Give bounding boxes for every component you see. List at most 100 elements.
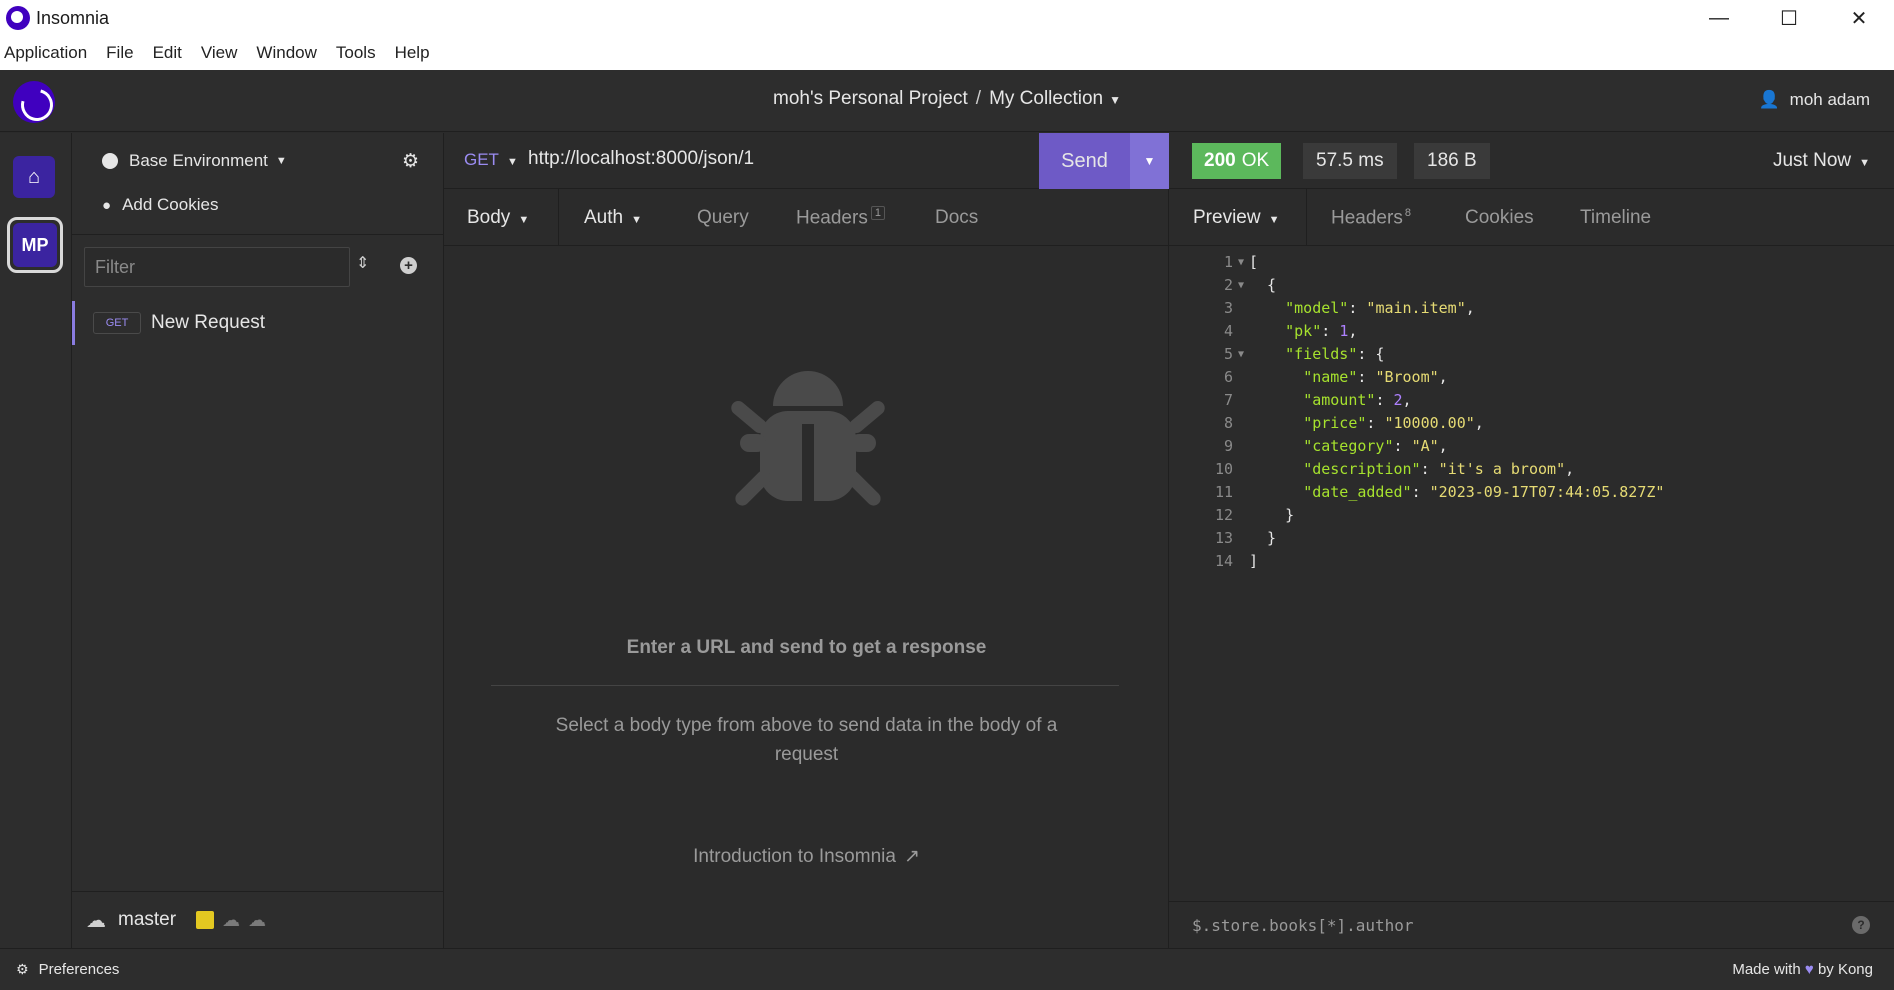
chevron-down-icon: ▼: [506, 156, 518, 168]
branch-name[interactable]: master: [118, 909, 176, 931]
response-timestamp: Just Now: [1772, 150, 1852, 171]
empty-state-title: Enter a URL and send to get a response: [626, 637, 987, 658]
code-line: 2 ▼ {: [1169, 274, 1894, 297]
headers-count-badge: 1: [870, 206, 885, 220]
tab-body[interactable]: Body ▼: [467, 207, 529, 229]
introduction-link[interactable]: Introduction to Insomnia ↗: [444, 845, 1169, 868]
request-pane: GET ▼ http://localhost:8000/json/1 Send ▼…: [444, 133, 1169, 948]
tab-response-headers-label: Headers: [1331, 207, 1403, 229]
request-list-item[interactable]: GET New Request: [72, 301, 443, 345]
home-icon: ⌂: [27, 165, 41, 188]
divider: [558, 189, 559, 246]
preferences-label: Preferences: [38, 961, 120, 978]
window-titlebar: Insomnia — ☐ ✕: [0, 0, 1894, 36]
by-kong-label: by Kong: [1817, 961, 1873, 978]
breadcrumb-project[interactable]: moh's Personal Project: [773, 88, 968, 109]
chevron-down-icon[interactable]: ▼: [1109, 93, 1121, 107]
commit-box-icon[interactable]: [196, 911, 215, 929]
maximize-button[interactable]: ☐: [1754, 0, 1824, 36]
breadcrumb: moh's Personal Project / My Collection ▼: [0, 88, 1894, 110]
chevron-down-icon: ▼: [631, 214, 642, 226]
status-badge: 200 OK: [1192, 143, 1282, 179]
tab-timeline[interactable]: Timeline: [1580, 207, 1651, 229]
introduction-link-label: Introduction to Insomnia: [693, 846, 896, 867]
url-input[interactable]: http://localhost:8000/json/1: [528, 148, 754, 170]
code-line: 13 }: [1214, 529, 1277, 547]
code-line: 9 "category": "A",: [1223, 437, 1448, 455]
breadcrumb-collection[interactable]: My Collection: [989, 88, 1103, 109]
response-json-viewer[interactable]: 1 ▼[ 2 ▼ { 3 "model": "main.item", 4 "pk":…: [1169, 251, 1894, 573]
gear-icon[interactable]: ⚙: [402, 150, 419, 173]
breadcrumb-separator: /: [975, 88, 982, 109]
cloud-icon: ☁: [86, 909, 106, 932]
response-headers-count: 8: [1404, 207, 1411, 219]
json-value-date-added: 2023-09-17T07:44:05.827Z: [1438, 483, 1656, 501]
tab-preview-label: Preview: [1193, 207, 1261, 228]
json-value-category: A: [1420, 437, 1430, 455]
send-options-button[interactable]: ▼: [1130, 133, 1169, 189]
tab-auth-label: Auth: [584, 207, 624, 228]
response-history-selector[interactable]: Just Now ▼: [1773, 150, 1870, 172]
made-with-kong[interactable]: Made with ♥ by Kong: [1732, 961, 1873, 978]
menu-help[interactable]: Help: [395, 43, 430, 63]
chevron-down-icon: ▼: [1859, 157, 1870, 169]
json-value-pk: 1: [1339, 322, 1349, 340]
cloud-upload-icon[interactable]: ☁: [248, 910, 266, 931]
cookie-icon: ●: [102, 196, 112, 214]
close-button[interactable]: ✕: [1824, 0, 1894, 36]
tab-query[interactable]: Query: [697, 207, 749, 229]
user-name: moh adam: [1789, 90, 1870, 109]
menu-tools[interactable]: Tools: [336, 43, 376, 63]
user-menu[interactable]: 👤 moh adam: [1759, 90, 1871, 110]
tab-auth[interactable]: Auth ▼: [584, 207, 642, 229]
help-icon[interactable]: ?: [1852, 916, 1870, 934]
home-button[interactable]: ⌂: [13, 156, 55, 198]
menu-application[interactable]: Application: [4, 43, 87, 63]
menu-view[interactable]: View: [201, 43, 238, 63]
method-selector[interactable]: GET ▼: [464, 150, 518, 170]
sidebar: Base Environment ▼ ⚙ ● Add Cookies Filte…: [72, 133, 444, 948]
fold-icon: ▼: [1237, 280, 1245, 291]
tab-response-headers[interactable]: Headers 8: [1331, 207, 1411, 229]
minimize-button[interactable]: —: [1684, 0, 1754, 36]
request-name: New Request: [151, 312, 266, 333]
made-with-label: Made with: [1732, 961, 1801, 978]
send-button[interactable]: Send: [1039, 133, 1130, 189]
preferences-button[interactable]: ⚙ Preferences: [16, 961, 119, 978]
add-icon[interactable]: +: [400, 257, 417, 274]
navigation-rail: ⌂ MP: [0, 133, 72, 948]
menu-edit[interactable]: Edit: [153, 43, 182, 63]
tab-cookies[interactable]: Cookies: [1465, 207, 1534, 229]
workspace-button[interactable]: MP: [7, 217, 63, 273]
method-badge: GET: [93, 312, 141, 334]
menu-bar: Application File Edit View Window Tools …: [0, 36, 1894, 70]
add-cookies-button[interactable]: ● Add Cookies: [102, 195, 218, 215]
tab-headers[interactable]: Headers 1: [796, 206, 885, 229]
status-code: 200: [1204, 150, 1236, 171]
code-line: 4 "pk": 1,: [1223, 322, 1358, 340]
json-value-name: Broom: [1384, 368, 1430, 386]
json-filter-input[interactable]: $.store.books[*].author: [1192, 916, 1414, 935]
cloud-download-icon[interactable]: ☁: [222, 910, 240, 931]
code-line: 5 ▼ "fields": {: [1169, 343, 1894, 366]
method-label: GET: [464, 150, 499, 169]
tab-preview[interactable]: Preview ▼: [1193, 207, 1279, 229]
code-line: 12 }: [1214, 506, 1295, 524]
workspace-avatar: MP: [13, 223, 57, 267]
filter-input[interactable]: Filter: [84, 247, 350, 287]
user-icon: 👤: [1758, 90, 1780, 109]
chevron-down-icon: ▼: [518, 214, 530, 226]
json-filter-bar: $.store.books[*].author ?: [1169, 901, 1894, 948]
environment-selector[interactable]: Base Environment ▼: [102, 151, 287, 171]
menu-file[interactable]: File: [106, 43, 133, 63]
chevron-down-icon: ▼: [1268, 214, 1280, 226]
json-value-description: it's a broom: [1447, 460, 1557, 478]
menu-window[interactable]: Window: [256, 43, 316, 63]
divider: [72, 234, 444, 235]
empty-state-subtitle: Select a body type from above to send da…: [555, 715, 1058, 765]
status-text: OK: [1241, 150, 1270, 171]
tab-docs[interactable]: Docs: [935, 207, 978, 229]
response-time-badge: 57.5 ms: [1303, 143, 1397, 179]
sort-icon[interactable]: ⇕: [356, 253, 369, 273]
fold-icon: ▼: [1237, 349, 1245, 360]
